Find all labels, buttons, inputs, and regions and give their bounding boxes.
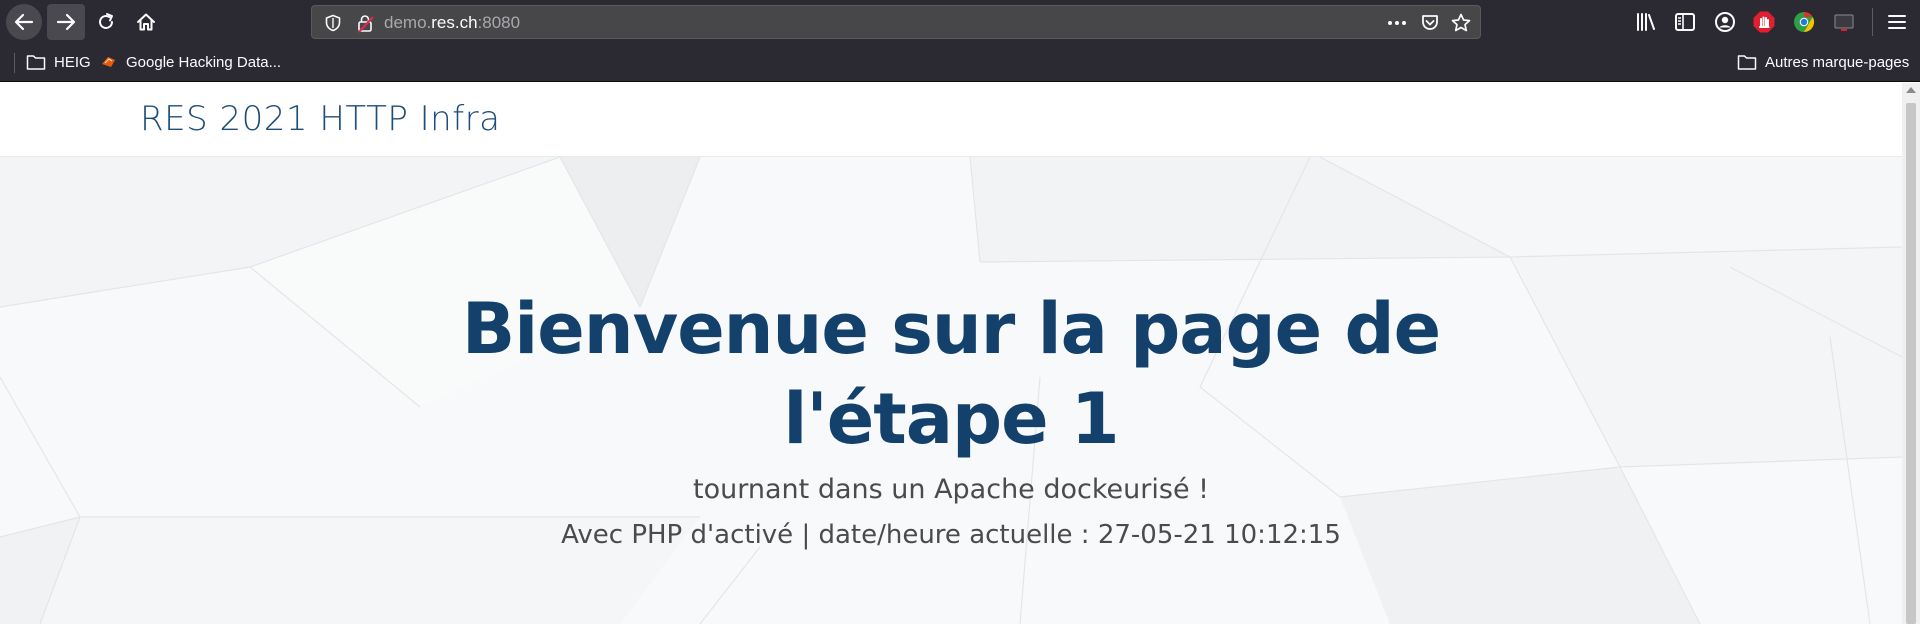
web-page: RES 2021 HTTP Infra Bienvenue sur la pag…	[0, 83, 1902, 624]
scrollbar-thumb[interactable]	[1906, 103, 1916, 624]
back-button[interactable]	[6, 4, 42, 40]
folder-icon	[26, 55, 46, 70]
bookmark-label: Google Hacking Data...	[126, 53, 282, 71]
hero-title-line1: Bienvenue sur la page de	[461, 288, 1441, 370]
toolbar-divider	[1872, 8, 1873, 36]
hero-title-line2: l'étape 1	[783, 378, 1119, 460]
sidebar-icon[interactable]	[1673, 10, 1697, 34]
page-actions-more-icon[interactable]	[1386, 14, 1408, 32]
home-icon	[137, 13, 155, 31]
site-brand[interactable]: RES 2021 HTTP Infra	[140, 99, 501, 139]
reload-icon	[99, 13, 113, 29]
insecure-lock-icon[interactable]	[356, 14, 376, 34]
bookmarks-separator	[14, 53, 15, 73]
bookmark-star-icon[interactable]	[1450, 12, 1472, 34]
hero-title: Bienvenue sur la page de l'étape 1	[451, 284, 1451, 464]
library-icon[interactable]	[1634, 10, 1658, 34]
bookmark-google-hacking[interactable]: Google Hacking Data...	[100, 53, 281, 71]
chrome-extension-icon[interactable]	[1792, 10, 1816, 34]
url-subdomain: demo.	[384, 13, 432, 32]
hamburger-menu-icon[interactable]	[1885, 10, 1909, 34]
arrow-right-icon	[56, 13, 76, 31]
reload-button[interactable]	[88, 4, 124, 40]
other-bookmarks-label: Autres marque-pages	[1765, 53, 1910, 71]
hero-subtitle: tournant dans un Apache dockeurisé !	[693, 474, 1209, 505]
hero-section: Bienvenue sur la page de l'étape 1 tourn…	[0, 157, 1902, 624]
google-hacking-favicon	[102, 57, 115, 67]
account-icon[interactable]	[1713, 10, 1737, 34]
site-navbar: RES 2021 HTTP Infra	[0, 83, 1902, 157]
bookmark-label: HEIG	[54, 53, 91, 71]
screen-extension-icon[interactable]	[1832, 10, 1856, 34]
url-text[interactable]: demo.res.ch:8080	[384, 13, 520, 33]
adblock-extension-icon[interactable]	[1752, 10, 1776, 34]
home-button[interactable]	[128, 4, 164, 40]
hero-date-text: Avec PHP d'activé | date/heure actuelle …	[561, 520, 1341, 550]
scroll-up-arrow-icon[interactable]	[1906, 87, 1916, 93]
url-domain: res.ch	[431, 13, 478, 32]
bookmarks-toolbar: HEIG Google Hacking Data... Autres marqu…	[0, 44, 1920, 82]
page-scrollbar[interactable]	[1902, 83, 1920, 624]
arrow-left-icon	[14, 13, 34, 31]
url-port: :8080	[477, 13, 521, 32]
tracking-protection-shield-icon[interactable]	[324, 14, 342, 32]
folder-icon	[1737, 55, 1757, 70]
forward-button[interactable]	[47, 4, 85, 40]
other-bookmarks[interactable]: Autres marque-pages	[1737, 53, 1909, 71]
address-bar[interactable]: demo.res.ch:8080	[311, 5, 1481, 39]
bookmark-heig[interactable]: HEIG	[26, 53, 91, 71]
pocket-icon[interactable]	[1420, 13, 1440, 33]
browser-toolbar: demo.res.ch:8080	[0, 0, 1920, 44]
